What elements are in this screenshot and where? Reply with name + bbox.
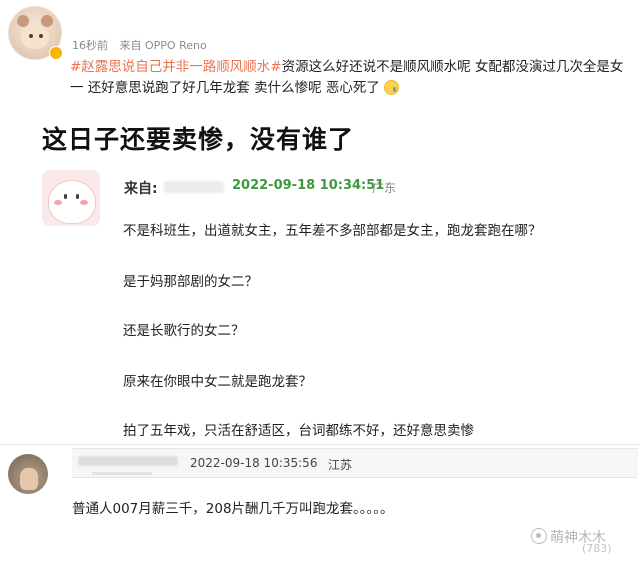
watermark-count: (783) bbox=[582, 542, 612, 555]
reply-timestamp: 2022-09-18 10:35:56 bbox=[190, 456, 318, 470]
comment-line: 不是科班生，出道就女主，五年差不多部部都是女主，跑龙套跑在哪？ bbox=[123, 223, 542, 239]
crying-face-emoji-icon bbox=[384, 80, 400, 95]
avatar-ear-left bbox=[17, 15, 29, 27]
topic-hashtag-link[interactable]: #赵露思说自己并非一路顺风顺水# bbox=[70, 59, 282, 75]
comment-line: 原来在你眼中女二就是跑龙套？ bbox=[123, 374, 312, 390]
comment-from-label: 来自: bbox=[124, 181, 158, 197]
blurred-username bbox=[78, 456, 178, 466]
watermark-logo-icon bbox=[531, 528, 547, 544]
avatar-ear-right bbox=[41, 15, 53, 27]
avatar-face bbox=[21, 25, 49, 49]
comment-location: 广东 bbox=[372, 181, 397, 195]
reply-author-avatar[interactable] bbox=[8, 454, 48, 494]
blurred-username bbox=[164, 181, 224, 193]
comment-author-avatar[interactable] bbox=[42, 170, 100, 226]
reply-text: 普通人007月薪三千，208片酬几千万叫跑龙套。。。。。 bbox=[72, 501, 394, 517]
comment-timestamp: 2022-09-18 10:34:51 bbox=[232, 178, 385, 193]
comment-line: 还是长歌行的女二？ bbox=[123, 323, 245, 339]
post-source: 来自 OPPO Reno bbox=[119, 39, 207, 52]
image-caption: 这日子还要卖惨，没有谁了 bbox=[42, 125, 355, 154]
comment-card bbox=[22, 166, 622, 445]
avatar-eye-right bbox=[76, 194, 79, 199]
avatar-cheek-right bbox=[80, 200, 88, 205]
avatar-eye-right bbox=[39, 34, 43, 38]
avatar-eye-left bbox=[64, 194, 67, 199]
comment-line: 拍了五年戏，只活在舒适区，台词都练不好，还好意思卖惨 bbox=[123, 423, 474, 439]
avatar-cheek-left bbox=[54, 200, 62, 205]
blurred-username-underline bbox=[92, 472, 152, 475]
post-body: #赵露思说自己并非一路顺风顺水#资源这么好还说不是顺风顺水呢 女配都没演过几次全… bbox=[70, 57, 636, 99]
verified-badge-icon bbox=[49, 46, 63, 60]
comment-line: 是于妈那部剧的女二？ bbox=[123, 274, 258, 290]
post-meta: 16秒前 来自 OPPO Reno bbox=[72, 37, 215, 53]
reply-location: 江苏 bbox=[328, 458, 353, 472]
avatar-eye-left bbox=[29, 34, 33, 38]
post-time: 16秒前 bbox=[72, 39, 108, 52]
divider bbox=[0, 444, 640, 445]
avatar-hand bbox=[20, 468, 38, 490]
